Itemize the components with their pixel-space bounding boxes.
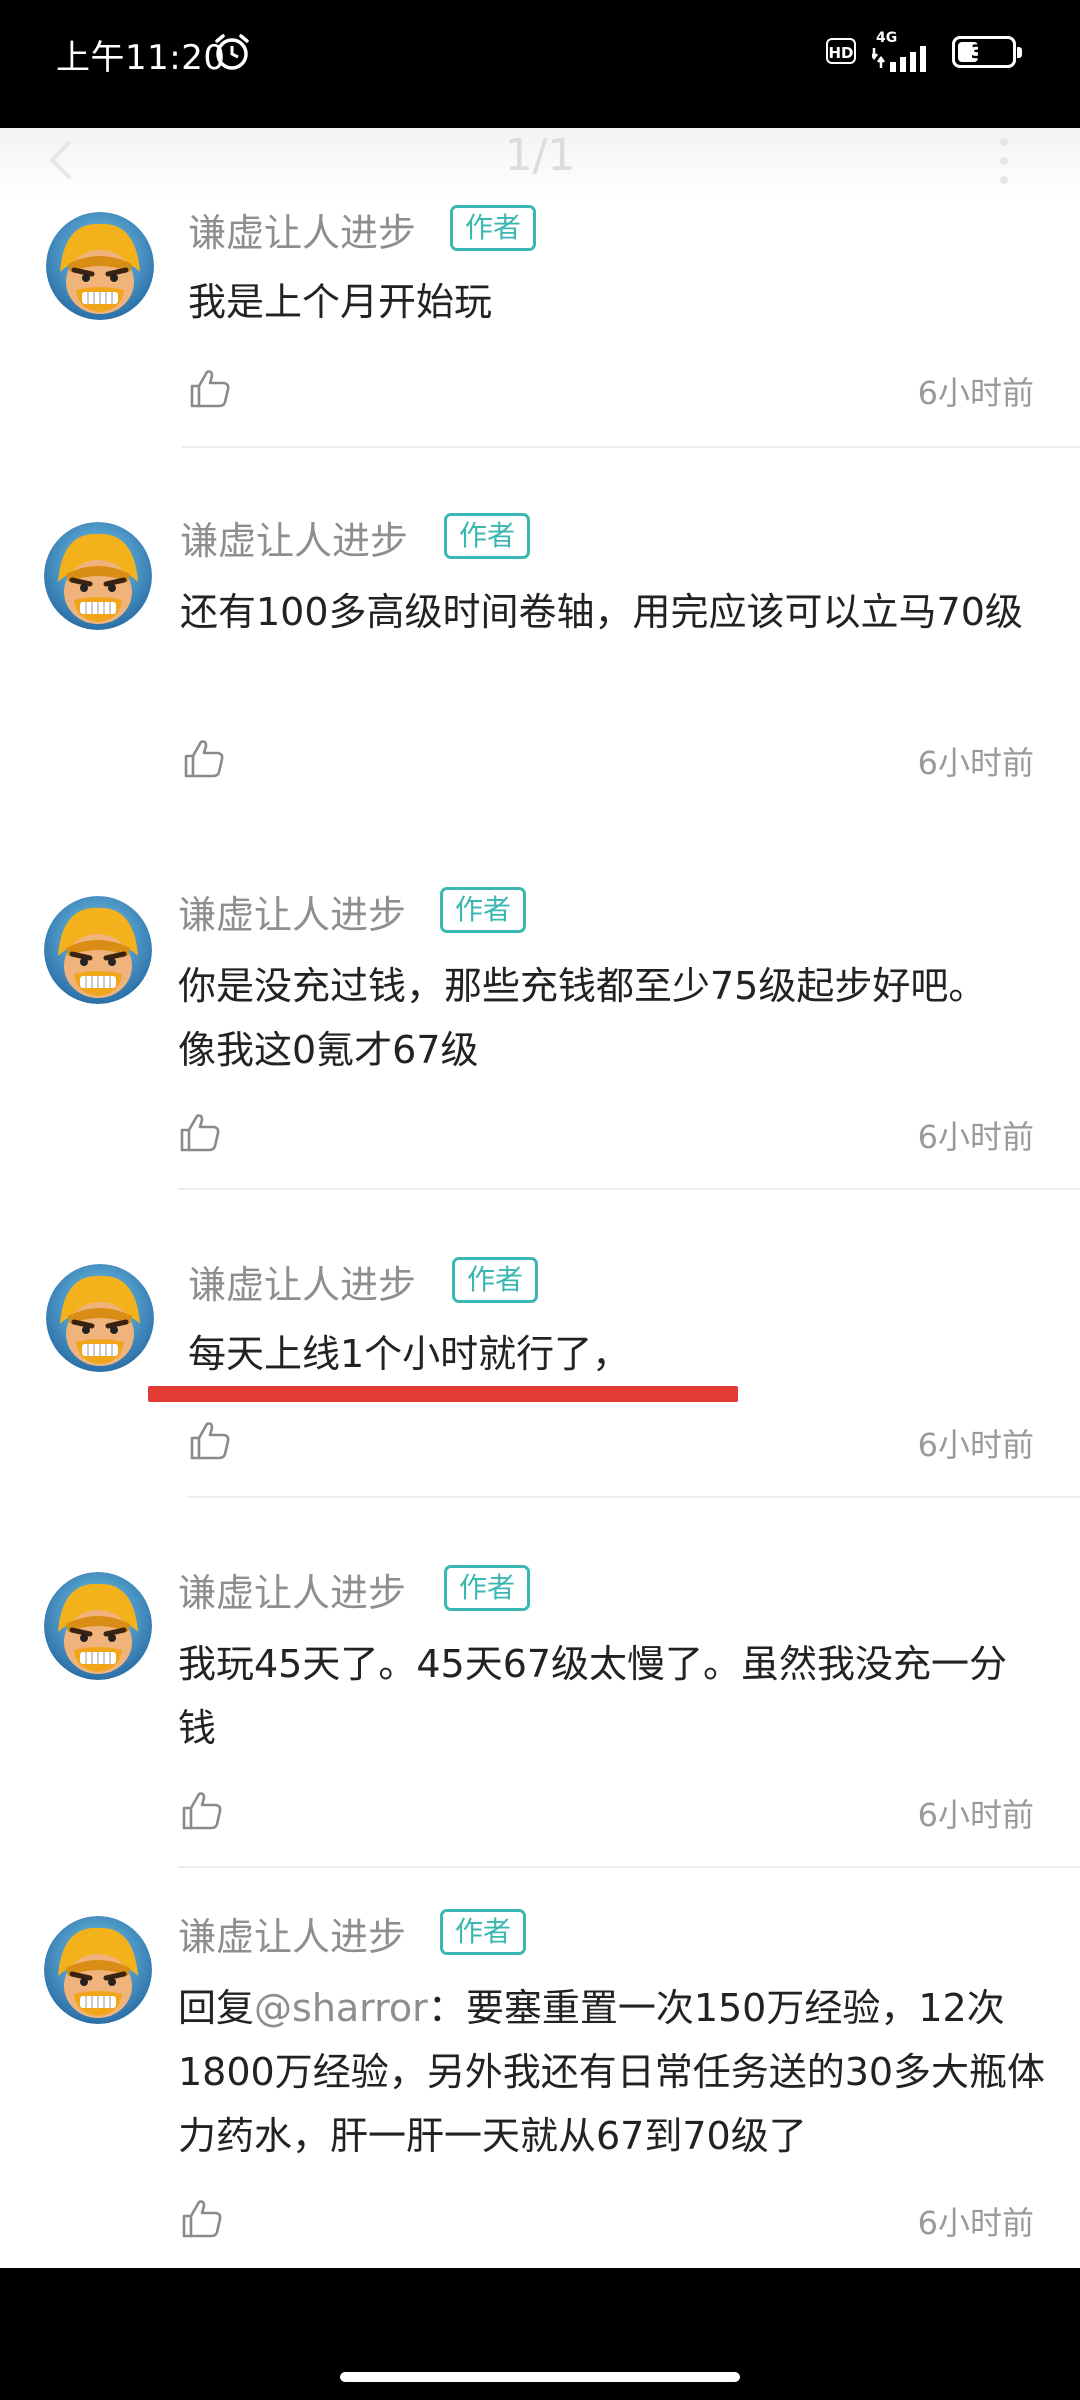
thumbs-up-icon[interactable] bbox=[182, 736, 226, 780]
divider bbox=[178, 1188, 1080, 1190]
barbarian-avatar-icon bbox=[46, 212, 154, 320]
comment-username[interactable]: 谦虚让人进步 bbox=[178, 884, 406, 939]
comment-time: 6小时前 bbox=[917, 1426, 1034, 1464]
barbarian-avatar-icon bbox=[44, 896, 152, 1004]
user-avatar[interactable] bbox=[44, 1916, 152, 2024]
mention-link[interactable]: @sharror bbox=[254, 1986, 428, 2030]
user-avatar[interactable] bbox=[44, 522, 152, 630]
user-avatar[interactable] bbox=[46, 1264, 154, 1372]
barbarian-avatar-icon bbox=[44, 522, 152, 630]
system-nav-bar bbox=[0, 2268, 1080, 2400]
user-avatar[interactable] bbox=[44, 896, 152, 1004]
comment-username[interactable]: 谦虚让人进步 bbox=[188, 1254, 416, 1309]
comment-username[interactable]: 谦虚让人进步 bbox=[178, 1562, 406, 1617]
comment-text: 还有100多高级时间卷轴，用完应该可以立马70级 bbox=[180, 590, 1023, 634]
thumbs-up-icon[interactable] bbox=[180, 1788, 224, 1832]
thumbs-up-icon[interactable] bbox=[188, 366, 232, 410]
thumbs-up-icon[interactable] bbox=[178, 1110, 222, 1154]
comment-username[interactable]: 谦虚让人进步 bbox=[178, 1906, 406, 1961]
comment-text: 你是没充过钱，那些充钱都至少75级起步好吧。像我这0氪才67级 bbox=[178, 964, 987, 1072]
comment-time: 6小时前 bbox=[917, 1796, 1034, 1834]
comment-time: 6小时前 bbox=[917, 374, 1034, 412]
home-indicator[interactable] bbox=[340, 2372, 740, 2382]
divider bbox=[188, 1496, 1080, 1498]
comment-text: 我玩45天了。45天67级太慢了。虽然我没充一分钱 bbox=[178, 1642, 1008, 1750]
author-badge: 作者 bbox=[452, 1257, 538, 1303]
user-avatar[interactable] bbox=[46, 212, 154, 320]
comment-text: 回复@sharror：要塞重置一次150万经验，12次1800万经验，另外我还有… bbox=[178, 1976, 1048, 2168]
author-badge: 作者 bbox=[444, 1565, 530, 1611]
author-badge: 作者 bbox=[450, 205, 536, 251]
author-badge: 作者 bbox=[440, 887, 526, 933]
comment-time: 6小时前 bbox=[917, 744, 1034, 782]
comment-time: 6小时前 bbox=[917, 1118, 1034, 1156]
highlight-underline bbox=[148, 1386, 738, 1402]
barbarian-avatar-icon bbox=[44, 1572, 152, 1680]
thumbs-up-icon[interactable] bbox=[180, 2196, 224, 2240]
barbarian-avatar-icon bbox=[44, 1916, 152, 2024]
reply-prefix: 回复 bbox=[178, 1986, 255, 2030]
comment-username[interactable]: 谦虚让人进步 bbox=[180, 510, 408, 565]
comment-time: 6小时前 bbox=[917, 2204, 1034, 2242]
comment-username[interactable]: 谦虚让人进步 bbox=[188, 202, 416, 257]
comments-list: 谦虚让人进步 作者 我是上个月开始玩 6小时前 谦虚让人进步 作者 还有100多… bbox=[0, 0, 1080, 2268]
comment-text: 每天上线1个小时就行了， bbox=[188, 1332, 631, 1376]
divider bbox=[178, 1866, 1080, 1868]
user-avatar[interactable] bbox=[44, 1572, 152, 1680]
barbarian-avatar-icon bbox=[46, 1264, 154, 1372]
author-badge: 作者 bbox=[440, 1909, 526, 1955]
comment-text: 我是上个月开始玩 bbox=[188, 280, 493, 324]
divider bbox=[182, 446, 1080, 448]
thumbs-up-icon[interactable] bbox=[188, 1418, 232, 1462]
author-badge: 作者 bbox=[444, 513, 530, 559]
